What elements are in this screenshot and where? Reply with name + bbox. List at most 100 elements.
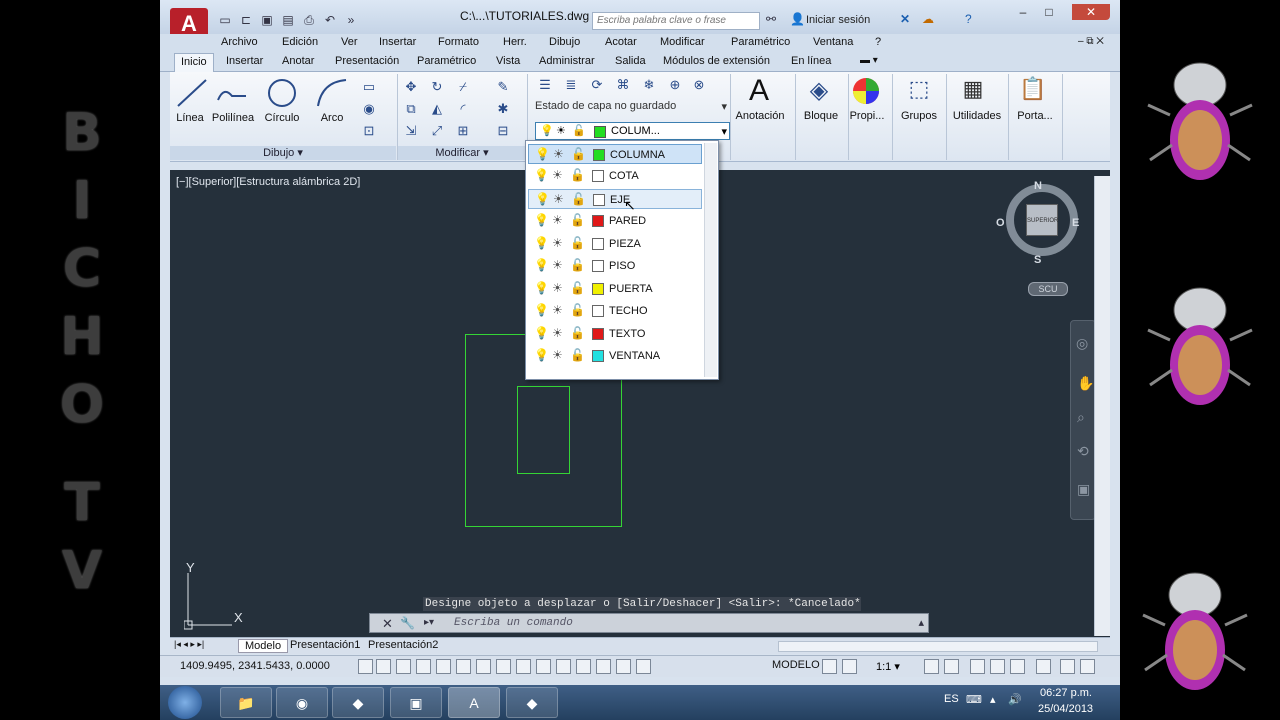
tab-modelo[interactable]: Modelo xyxy=(238,639,289,653)
sun-icon[interactable]: ☀ xyxy=(552,348,563,362)
erase-icon[interactable]: ✎ xyxy=(494,78,512,96)
layer-properties-icon[interactable]: ☰ xyxy=(536,76,554,94)
sun-icon[interactable]: ☀ xyxy=(552,326,563,340)
layer-combo[interactable]: 💡 ☀ 🔓 COLUM... ▾ xyxy=(535,122,730,140)
unlock-icon[interactable]: 🔓 xyxy=(570,236,585,250)
bulb-icon[interactable]: 💡 xyxy=(534,236,549,250)
menu-dibujo[interactable]: Dibujo xyxy=(549,36,580,48)
utilities-icon[interactable]: ▦ xyxy=(958,76,988,102)
close-button[interactable]: ✕ xyxy=(1072,4,1110,20)
groups-icon[interactable]: ⬚ xyxy=(904,76,934,102)
bulb-icon[interactable]: 💡 xyxy=(534,213,549,227)
tab-insertar[interactable]: Insertar xyxy=(226,55,263,67)
ortho-icon[interactable] xyxy=(416,659,431,674)
groups-button[interactable]: Grupos xyxy=(896,110,942,122)
clock-date[interactable]: 25/04/2013 xyxy=(1038,703,1093,715)
wcs-menu[interactable]: SCU xyxy=(1028,282,1068,296)
transparency-icon[interactable] xyxy=(576,659,591,674)
snap-icon[interactable] xyxy=(376,659,391,674)
compass-south[interactable]: S xyxy=(1034,254,1041,266)
annotation-visibility-icon[interactable] xyxy=(924,659,939,674)
rectangle-icon[interactable]: ▭ xyxy=(360,78,378,96)
compass-west[interactable]: O xyxy=(996,217,1005,229)
camtasia-icon[interactable]: ◆ xyxy=(332,687,384,718)
clean-screen-icon[interactable] xyxy=(1080,659,1095,674)
chevron-up-icon[interactable]: ▴ xyxy=(918,616,924,629)
hardware-acceleration-icon[interactable] xyxy=(1010,659,1025,674)
compass-east[interactable]: E xyxy=(1072,217,1079,229)
sun-icon[interactable]: ☀ xyxy=(553,192,564,206)
3dosnap-icon[interactable] xyxy=(476,659,491,674)
bulb-icon[interactable]: 💡 xyxy=(534,303,549,317)
layer-off-icon[interactable]: ⊗ xyxy=(690,76,708,94)
ribbon-display-toggle[interactable]: ▬ ▾ xyxy=(860,55,878,66)
navigation-bar[interactable]: ◎ ✋ ⌕ ⟲ ▣ xyxy=(1070,320,1096,520)
stretch-icon[interactable]: ⇲ xyxy=(402,122,420,140)
menu-insertar[interactable]: Insertar xyxy=(379,36,416,48)
doc-window-controls[interactable]: – ⧉ ✕ xyxy=(1078,36,1104,47)
layer-state-combo[interactable]: Estado de capa no guardado ▾ xyxy=(535,100,729,116)
infer-constraints-icon[interactable] xyxy=(358,659,373,674)
sun-icon[interactable]: ☀ xyxy=(552,213,563,227)
clipboard-icon[interactable]: 📋 xyxy=(1018,76,1048,102)
keyboard-icon[interactable]: ⌨ xyxy=(966,693,982,706)
grid-icon[interactable] xyxy=(396,659,411,674)
chevron-right-icon[interactable]: ▸▾ xyxy=(424,617,434,628)
layer-freeze-icon[interactable]: ❄ xyxy=(640,76,658,94)
unlock-icon[interactable]: 🔓 xyxy=(570,258,585,272)
layer-item[interactable]: 💡 ☀ 🔓 TEXTO xyxy=(528,324,702,344)
properties-button[interactable]: Propi... xyxy=(846,110,888,122)
selection-cycling-icon[interactable] xyxy=(616,659,631,674)
bulb-icon[interactable]: 💡 xyxy=(535,147,550,161)
sun-icon[interactable]: ☀ xyxy=(552,258,563,272)
coordinate-readout[interactable]: 1409.9495, 2341.5433, 0.0000 xyxy=(180,660,330,672)
showmotion-icon[interactable]: ▣ xyxy=(1077,481,1090,498)
utilities-button[interactable]: Utilidades xyxy=(950,110,1004,122)
explorer-icon[interactable]: 📁 xyxy=(220,687,272,718)
arc-button[interactable]: Arco xyxy=(310,112,354,124)
tab-anotar[interactable]: Anotar xyxy=(282,55,314,67)
otrack-icon[interactable] xyxy=(496,659,511,674)
unlock-icon[interactable]: 🔓 xyxy=(570,213,585,227)
properties-icon[interactable] xyxy=(850,76,882,106)
tab-administrar[interactable]: Administrar xyxy=(539,55,595,67)
viewcube[interactable]: SUPERIOR xyxy=(1006,184,1078,256)
polyline-icon[interactable] xyxy=(214,76,250,110)
layer-stack-icon[interactable]: ≣ xyxy=(562,76,580,94)
tab-salida[interactable]: Salida xyxy=(615,55,646,67)
command-input[interactable]: Escriba un comando xyxy=(454,617,573,629)
drawing-rectangle-inner[interactable] xyxy=(517,386,570,474)
layer-item[interactable]: 💡 ☀ 🔓 TECHO xyxy=(528,301,702,321)
block-button[interactable]: Bloque xyxy=(796,110,846,122)
bulb-icon[interactable]: 💡 xyxy=(534,326,549,340)
layer-item[interactable]: 💡 ☀ 🔓 PIEZA xyxy=(528,234,702,254)
new-file-icon[interactable]: ▭ xyxy=(216,12,234,28)
sun-icon[interactable]: ☀ xyxy=(553,147,564,161)
explode-icon[interactable]: ✱ xyxy=(494,100,512,118)
help-icon[interactable]: ? xyxy=(965,12,972,26)
recorder-icon[interactable]: ◆ xyxy=(506,687,558,718)
bulb-icon[interactable]: 💡 xyxy=(534,281,549,295)
chrome-icon[interactable]: ◉ xyxy=(276,687,328,718)
menu-parametrico[interactable]: Paramétrico xyxy=(731,36,790,48)
circle-icon[interactable] xyxy=(264,76,300,110)
clock-time[interactable]: 06:27 p.m. xyxy=(1040,687,1092,699)
sun-icon[interactable]: ☀ xyxy=(552,281,563,295)
unlock-icon[interactable]: 🔓 xyxy=(570,348,585,362)
auto-scale-icon[interactable] xyxy=(944,659,959,674)
menu-herr[interactable]: Herr. xyxy=(503,36,527,48)
tab-presentacion[interactable]: Presentación xyxy=(335,55,399,67)
layer-match-icon[interactable]: ⟳ xyxy=(588,76,606,94)
unlock-icon[interactable]: 🔓 xyxy=(571,147,586,161)
autocad-taskbar-icon[interactable]: A xyxy=(448,687,500,718)
tab-presentacion1[interactable]: Presentación1 xyxy=(286,639,364,651)
horizontal-scrollbar[interactable] xyxy=(778,641,1098,652)
menu-formato[interactable]: Formato xyxy=(438,36,479,48)
sign-in-button[interactable]: Iniciar sesión xyxy=(806,14,870,26)
office-icon[interactable]: ▣ xyxy=(390,687,442,718)
layer-iso-icon[interactable]: ⌘ xyxy=(614,76,632,94)
osnap-icon[interactable] xyxy=(456,659,471,674)
sun-icon[interactable]: ☀ xyxy=(552,303,563,317)
sun-icon[interactable]: ☀ xyxy=(552,236,563,250)
wrench-icon[interactable]: 🔧 xyxy=(400,616,415,630)
